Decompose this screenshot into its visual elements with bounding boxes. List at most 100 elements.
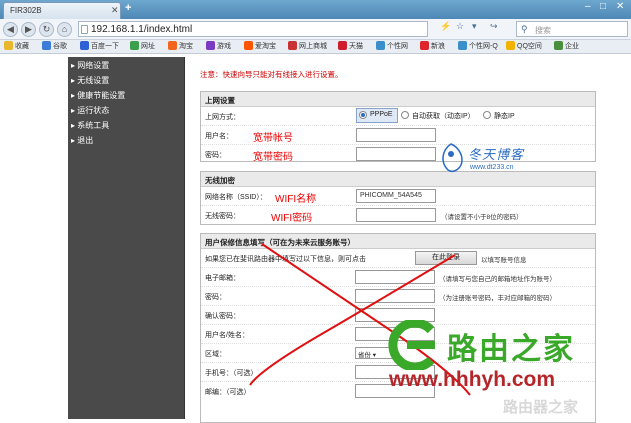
favorite-item[interactable]: 网址	[130, 41, 155, 53]
share-icon[interactable]: ↪	[490, 21, 498, 32]
favorite-label: 新浪	[431, 43, 445, 50]
favorite-label: 淘宝	[179, 43, 193, 50]
favorite-label: 网上商城	[299, 43, 327, 50]
radio-label: 自动获取（动态IP）	[412, 113, 475, 120]
account-password-hint: （为注册账号密码，丰对应邮箱的密码）	[439, 295, 556, 302]
blog-title: 冬天博客	[468, 148, 525, 163]
postcode-label: 邮编：（可选）	[205, 389, 251, 396]
favorite-item[interactable]: 谷歌	[42, 41, 67, 53]
favorite-label: 游戏	[217, 43, 231, 50]
key-annotation: WIFI密码	[271, 213, 313, 224]
favorite-item[interactable]: 游戏	[206, 41, 231, 53]
favorite-item[interactable]: QQ空间	[506, 41, 542, 53]
favorite-item[interactable]: 收藏	[4, 41, 29, 53]
minimize-icon[interactable]: –	[585, 1, 591, 12]
window-close-icon[interactable]: ✕	[616, 1, 624, 12]
sidebar-item-exit[interactable]: ▸ 退出	[71, 135, 93, 146]
favorite-label: 个性网-Q	[469, 43, 498, 50]
ssid-annotation: WIFI名称	[275, 194, 317, 205]
sidebar-item-label: 系统工具	[77, 121, 110, 130]
email-input[interactable]	[355, 270, 435, 284]
sidebar-item-network[interactable]: ▸ 网络设置	[71, 60, 109, 71]
ssid-label: 网络名称（SSID）：	[205, 194, 267, 201]
site-title: 路由之家	[447, 332, 575, 367]
favorite-icon	[130, 41, 139, 50]
favorite-item[interactable]: 百度一下	[80, 41, 119, 53]
new-tab-icon[interactable]: +	[125, 2, 131, 14]
maximize-icon[interactable]: □	[600, 1, 606, 12]
favorite-item[interactable]: 个性网-Q	[458, 41, 498, 53]
section-title: 用户保修信息填写（可在为未来云服务账号）	[201, 234, 595, 249]
account-label: 用户名：	[205, 133, 233, 140]
refresh-icon[interactable]: ↻	[39, 22, 54, 37]
wifi-key-row: 无线密码： WIFI密码 （请设置不小于8位的密码）	[201, 206, 595, 225]
favorite-icon	[80, 41, 89, 50]
url-input[interactable]: 192.168.1.1/index.html	[78, 21, 428, 37]
ssid-row: 网络名称（SSID）： WIFI名称 PHICOMM_54A545	[201, 187, 595, 206]
connection-type-row: 上网方式： PPPoE 自动获取（动态IP） 静态IP	[201, 107, 595, 126]
dropdown-icon[interactable]: ▾	[472, 21, 477, 32]
blog-logo-icon	[442, 143, 463, 172]
page-icon	[81, 25, 88, 34]
connection-type-label: 上网方式：	[205, 114, 240, 121]
close-icon[interactable]: ✕	[111, 5, 119, 16]
home-icon[interactable]: ⌂	[57, 22, 72, 37]
account-password-row: 密码： （为注册账号密码，丰对应邮箱的密码）	[201, 287, 595, 306]
favorite-label: 网址	[141, 43, 155, 50]
favorites-bar: 收藏 谷歌 百度一下 网址 淘宝 游戏 爱淘宝 网上商城 天猫 个性网 新浪 个性网-Q QQ空间 企业	[0, 40, 631, 54]
radio-static[interactable]	[483, 111, 491, 119]
ssid-input[interactable]: PHICOMM_54A545	[356, 189, 436, 203]
star-icon[interactable]: ☆	[456, 21, 464, 32]
favorite-icon	[42, 41, 51, 50]
email-label: 电子邮箱：	[205, 275, 240, 282]
favorite-icon	[458, 41, 467, 50]
sidebar-item-label: 健康节能设置	[77, 91, 126, 100]
account-password-input[interactable]	[355, 289, 435, 303]
site-watermark: 路由之家 www.hhhyh.com 路由器之家	[385, 320, 631, 419]
back-icon[interactable]: ◀	[3, 22, 18, 37]
radio-pppoe[interactable]	[359, 111, 367, 119]
login-here-button[interactable]: 在此登录	[415, 251, 477, 265]
forward-icon[interactable]: ▶	[21, 22, 36, 37]
blog-url: www.dt233.cn	[470, 164, 514, 171]
favorite-item[interactable]: 网上商城	[288, 41, 327, 53]
favorite-item[interactable]: 企业	[554, 41, 579, 53]
sidebar-item-label: 运行状态	[77, 106, 110, 115]
sidebar-item-status[interactable]: ▸ 运行状态	[71, 105, 109, 116]
site-url: www.hhhyh.com	[389, 368, 556, 391]
favorite-item[interactable]: 爱淘宝	[244, 41, 276, 53]
search-placeholder: 搜索	[535, 26, 551, 35]
site-subtitle: 路由器之家	[503, 399, 579, 416]
favorite-icon	[554, 41, 563, 50]
sidebar-item-wireless[interactable]: ▸ 无线设置	[71, 75, 109, 86]
broadband-password-input[interactable]	[356, 147, 436, 161]
site-logo-icon	[388, 320, 435, 370]
wifi-password-input[interactable]	[356, 208, 436, 222]
phone-label: 手机号：（可选）	[205, 370, 258, 377]
password-annotation: 宽带密码	[253, 152, 293, 163]
intro-tail: 以填写账号信息	[481, 257, 527, 264]
favorite-icon	[420, 41, 429, 50]
sidebar-item-tools[interactable]: ▸ 系统工具	[71, 120, 109, 131]
account-annotation: 宽带帐号	[253, 133, 293, 144]
sidebar-item-energy[interactable]: ▸ 健康节能设置	[71, 90, 125, 101]
email-hint: （请填写与您自己的邮箱地址作为账号）	[439, 276, 556, 283]
favorite-item[interactable]: 个性网	[376, 41, 408, 53]
tab-title: FIR302B	[10, 6, 42, 15]
name-label: 用户名/姓名：	[205, 332, 249, 339]
favorite-item[interactable]: 天猫	[338, 41, 363, 53]
sidebar-item-label: 无线设置	[77, 76, 110, 85]
radio-dhcp[interactable]	[401, 111, 409, 119]
favorite-icon	[506, 41, 515, 50]
confirm-label: 确认密码：	[205, 313, 240, 320]
favorite-icon	[206, 41, 215, 50]
password-label: 密码：	[205, 152, 226, 159]
broadband-account-input[interactable]	[356, 128, 436, 142]
search-input[interactable]: ⚲ 搜索	[516, 21, 628, 37]
wifi-key-label: 无线密码：	[205, 213, 240, 220]
browser-tab[interactable]: FIR302B ✕	[3, 2, 121, 19]
lightning-icon[interactable]: ⚡	[440, 21, 451, 32]
favorite-item[interactable]: 新浪	[420, 41, 445, 53]
blog-watermark: 冬天博客 www.dt233.cn	[434, 140, 544, 180]
favorite-item[interactable]: 淘宝	[168, 41, 193, 53]
